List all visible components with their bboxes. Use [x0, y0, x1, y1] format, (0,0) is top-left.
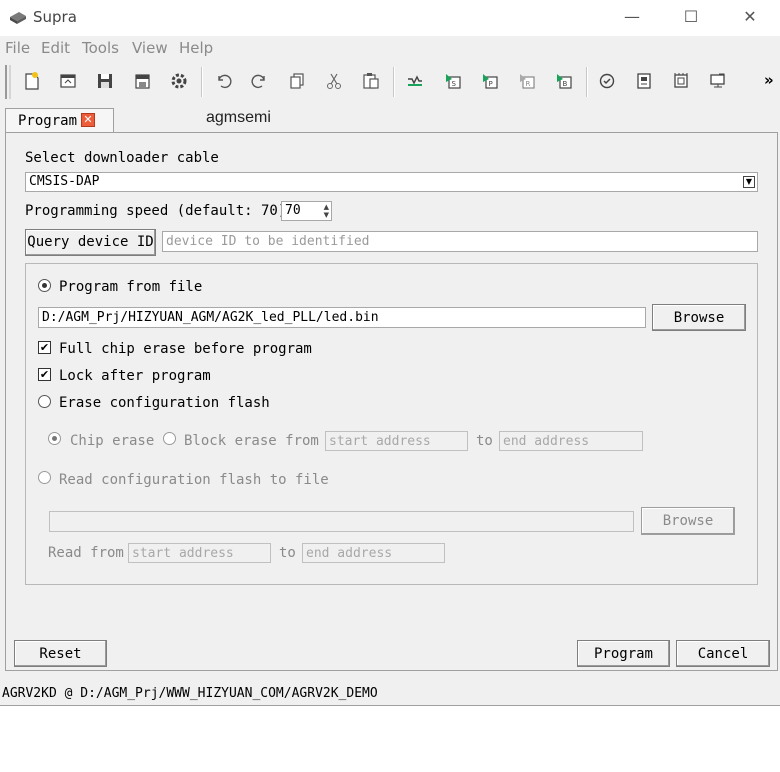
erase-start-address-field[interactable]: start address	[325, 431, 468, 451]
menu-tools[interactable]: Tools	[82, 39, 119, 57]
browse-read-button[interactable]: Browse	[641, 507, 735, 535]
cable-select[interactable]: CMSIS-DAP ▼	[25, 172, 758, 192]
window-title: Supra	[33, 8, 77, 26]
spin-arrows-icon[interactable]: ▲ ▼	[324, 203, 329, 219]
lock-after-label: Lock after program	[59, 368, 211, 384]
chip-erase-label: Chip erase	[70, 433, 155, 449]
block-erase-radio[interactable]	[163, 432, 176, 445]
log-output-area[interactable]	[0, 705, 780, 772]
toolbar-separator	[393, 67, 395, 97]
settings-icon[interactable]	[169, 71, 189, 91]
synthesize-icon[interactable]: S	[443, 71, 463, 91]
browse-button[interactable]: Browse	[652, 304, 746, 331]
chevron-down-icon[interactable]: ▼	[743, 176, 755, 188]
cut-icon[interactable]	[324, 71, 344, 91]
svg-text:P: P	[489, 80, 493, 88]
erase-config-radio[interactable]	[38, 395, 51, 408]
check-icon[interactable]	[597, 71, 617, 91]
tab-program[interactable]: Program ✕	[5, 108, 114, 133]
menu-edit[interactable]: Edit	[41, 39, 70, 57]
full-erase-label: Full chip erase before program	[59, 341, 312, 357]
menu-view[interactable]: View	[132, 39, 168, 57]
erase-config-label: Erase configuration flash	[59, 395, 270, 411]
device-icon[interactable]	[671, 71, 691, 91]
toolbar: S P R B »	[0, 61, 780, 101]
speed-spinbox[interactable]: 70 ▲ ▼	[281, 201, 332, 221]
save-all-icon[interactable]	[132, 71, 152, 91]
project-status: AGRV2KD @ D:/AGM_Prj/WWW_HIZYUAN_COM/AGR…	[2, 686, 378, 701]
copy-icon[interactable]	[287, 71, 307, 91]
compile-icon[interactable]	[405, 71, 425, 91]
file-path-field[interactable]: D:/AGM_Prj/HIZYUAN_AGM/AG2K_led_PLL/led.…	[38, 307, 646, 328]
cable-label: Select downloader cable	[25, 150, 219, 166]
menu-file[interactable]: File	[5, 39, 30, 57]
speed-label: Programming speed (default: 70)	[25, 203, 287, 219]
full-erase-checkbox[interactable]: ✔	[38, 341, 51, 354]
open-icon[interactable]	[58, 71, 78, 91]
menu-help[interactable]: Help	[179, 39, 213, 57]
place-icon[interactable]: P	[480, 71, 500, 91]
maximize-button[interactable]: ☐	[661, 0, 721, 36]
tab-program-label: Program	[18, 113, 78, 129]
device-id-field[interactable]: device ID to be identified	[162, 231, 758, 252]
reset-button[interactable]: Reset	[14, 640, 107, 667]
read-end-address-field[interactable]: end address	[302, 543, 445, 563]
speed-value: 70	[285, 203, 301, 218]
tab-close-icon[interactable]: ✕	[81, 113, 95, 127]
bitstream-icon[interactable]: B	[554, 71, 574, 91]
program-chip-icon[interactable]	[634, 71, 654, 91]
save-icon[interactable]	[95, 71, 115, 91]
undo-icon[interactable]	[213, 71, 233, 91]
tab-agmsemi[interactable]: agmsemi	[206, 109, 271, 127]
read-config-label: Read configuration flash to file	[59, 472, 329, 488]
svg-text:B: B	[563, 80, 568, 88]
close-window-button[interactable]: ✕	[720, 0, 780, 36]
toolbar-separator	[201, 67, 203, 97]
cable-select-value: CMSIS-DAP	[29, 174, 100, 189]
minimize-button[interactable]: —	[602, 0, 662, 36]
block-erase-label: Block erase from	[184, 433, 319, 449]
program-button[interactable]: Program	[577, 640, 670, 667]
program-from-file-radio[interactable]	[38, 279, 51, 292]
erase-end-address-field[interactable]: end address	[499, 431, 643, 451]
route-icon[interactable]: R	[517, 71, 537, 91]
svg-text:S: S	[452, 80, 457, 88]
read-start-address-field[interactable]: start address	[128, 543, 271, 563]
redo-icon[interactable]	[250, 71, 270, 91]
paste-icon[interactable]	[361, 71, 381, 91]
lock-after-checkbox[interactable]: ✔	[38, 368, 51, 381]
erase-to-label: to	[476, 433, 493, 449]
menu-bar: File Edit Tools View Help	[0, 36, 780, 61]
toolbar-separator	[586, 67, 588, 97]
program-from-file-label: Program from file	[59, 279, 203, 295]
title-bar: Supra — ☐ ✕	[0, 0, 780, 36]
svg-text:R: R	[526, 80, 531, 88]
chip-erase-radio[interactable]	[48, 432, 61, 445]
app-logo-icon	[10, 12, 26, 24]
query-device-id-button[interactable]: Query device ID	[25, 229, 156, 256]
monitor-icon[interactable]	[708, 71, 728, 91]
new-file-icon[interactable]	[22, 71, 42, 91]
read-path-field[interactable]	[49, 511, 634, 532]
toolbar-grip[interactable]	[5, 65, 11, 99]
read-to-label: to	[279, 545, 296, 561]
cancel-button[interactable]: Cancel	[676, 640, 770, 667]
read-config-radio[interactable]	[38, 471, 51, 484]
toolbar-overflow-button[interactable]: »	[764, 71, 774, 89]
read-from-label: Read from	[48, 545, 124, 561]
